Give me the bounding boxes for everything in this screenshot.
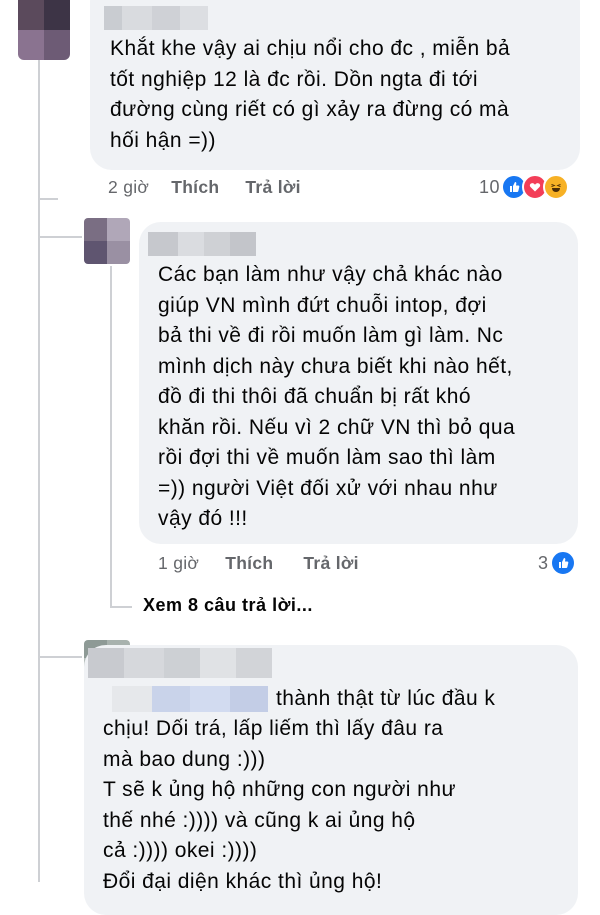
thread-branch [40, 656, 82, 658]
commenter-name-blurred[interactable] [104, 6, 208, 30]
reaction-summary[interactable]: 10 [479, 174, 570, 200]
like-icon [549, 550, 576, 576]
comment-text-first-line: thành thật từ lúc đầu k [276, 687, 496, 710]
comment-time[interactable]: 1 giờ [158, 553, 199, 574]
reply-button[interactable]: Trả lời [303, 553, 358, 574]
commenter-name-blurred[interactable] [148, 232, 256, 256]
comment-meta: 2 giờ Thích Trả lời [108, 177, 301, 198]
thread-branch [40, 236, 82, 238]
comment-text: chịu! Dối trá, lấp liếm thì lấy đâu ra m… [103, 717, 456, 893]
comment-meta: 1 giờ Thích Trả lời [158, 553, 359, 574]
haha-icon [543, 174, 570, 200]
like-button[interactable]: Thích [171, 177, 219, 198]
like-button[interactable]: Thích [225, 553, 273, 574]
reaction-summary[interactable]: 3 [538, 550, 576, 576]
reaction-count: 10 [479, 176, 501, 197]
thread-branch [110, 606, 132, 608]
thread-line [110, 266, 112, 606]
avatar[interactable] [84, 218, 130, 264]
thread-line [38, 60, 40, 882]
reaction-count: 3 [538, 552, 549, 573]
thread-branch [38, 198, 58, 200]
comment-text: Các bạn làm như vậy chả khác nào giúp VN… [158, 263, 516, 530]
reply-button[interactable]: Trả lời [245, 177, 300, 198]
view-more-replies-link[interactable]: Xem 8 câu trả lời... [143, 595, 313, 616]
blurred-text [112, 686, 268, 712]
comment-text: Khắt khe vậy ai chịu nổi cho đc , miễn b… [110, 37, 511, 152]
avatar[interactable] [18, 0, 70, 60]
commenter-name-blurred[interactable] [88, 648, 272, 678]
comment-time[interactable]: 2 giờ [108, 177, 149, 198]
